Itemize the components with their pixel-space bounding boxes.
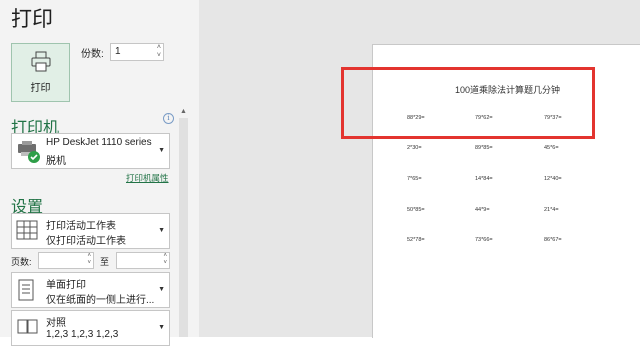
collate-label: 对照	[46, 318, 66, 329]
copies-label: 份数:	[81, 49, 104, 60]
pages-to-label: 至	[100, 257, 110, 267]
collate-description: 1,2,3 1,2,3 1,2,3	[46, 329, 119, 340]
copies-value: 1	[115, 46, 121, 57]
collate-icon	[17, 319, 38, 334]
preview-cell: 50*85=	[407, 207, 425, 213]
scroll-up-icon[interactable]: ▲	[178, 106, 189, 117]
printer-dropdown[interactable]: HP DeskJet 1110 series 脱机 ▼	[11, 133, 170, 169]
sides-dropdown[interactable]: 单面打印 仅在纸面的一侧上进行... ▼	[11, 272, 170, 308]
collate-dropdown[interactable]: 对照 1,2,3 1,2,3 1,2,3 ▼	[11, 310, 170, 346]
sides-label: 单面打印	[46, 280, 86, 291]
preview-cell: 21*4=	[544, 207, 559, 213]
printer-status: 脱机	[46, 156, 66, 167]
preview-cell: 44*9=	[475, 207, 490, 213]
printer-icon	[31, 51, 51, 72]
printer-properties-link[interactable]: 打印机属性	[126, 172, 169, 184]
page-title: 打印	[11, 8, 53, 31]
worksheet-icon	[16, 220, 38, 240]
pages-from-input[interactable]: ˄ ˅	[38, 252, 94, 269]
preview-cell: 86*67=	[544, 237, 562, 243]
print-what-description: 仅打印活动工作表	[46, 236, 126, 247]
pages-to-spinner[interactable]: ˄ ˅	[163, 253, 167, 267]
preview-cell: 2*30=	[407, 145, 422, 151]
pages-to-input[interactable]: ˄ ˅	[116, 252, 170, 269]
settings-scrollbar[interactable]: ▲	[177, 106, 190, 337]
copies-input[interactable]: 1 ˄ ˅	[110, 43, 164, 61]
preview-cell: 45*6=	[544, 145, 559, 151]
chevron-down-icon: ▼	[158, 286, 165, 293]
pages-label: 页数:	[11, 257, 32, 267]
highlight-box	[341, 67, 595, 139]
sides-description: 仅在纸面的一侧上进行...	[46, 295, 155, 306]
preview-cell: 12*40=	[544, 176, 562, 182]
chevron-down-icon: ▼	[158, 227, 165, 234]
single-page-icon	[18, 279, 34, 301]
chevron-down-icon: ▼	[158, 324, 165, 331]
preview-cell: 14*84=	[475, 176, 493, 182]
print-settings-panel: 打印 打印 份数: 1 ˄ ˅ 打印机 i HP DeskJet 1110 ser…	[0, 0, 199, 346]
print-what-label: 打印活动工作表	[46, 221, 116, 232]
print-button[interactable]: 打印	[11, 43, 70, 102]
print-what-dropdown[interactable]: 打印活动工作表 仅打印活动工作表 ▼	[11, 213, 170, 249]
chevron-down-icon: ▼	[158, 147, 165, 154]
preview-cell: 52*78=	[407, 237, 425, 243]
printer-offline-icon	[18, 141, 40, 163]
scroll-track[interactable]	[179, 118, 188, 337]
preview-cell: 89*85=	[475, 145, 493, 151]
preview-cell: 73*66=	[475, 237, 493, 243]
info-icon[interactable]: i	[163, 113, 174, 124]
preview-cell: 7*65=	[407, 176, 422, 182]
copies-spinner[interactable]: ˄ ˅	[157, 44, 161, 60]
pages-from-spinner[interactable]: ˄ ˅	[87, 253, 91, 267]
printer-name: HP DeskJet 1110 series	[46, 137, 152, 148]
print-button-label: 打印	[30, 83, 51, 94]
